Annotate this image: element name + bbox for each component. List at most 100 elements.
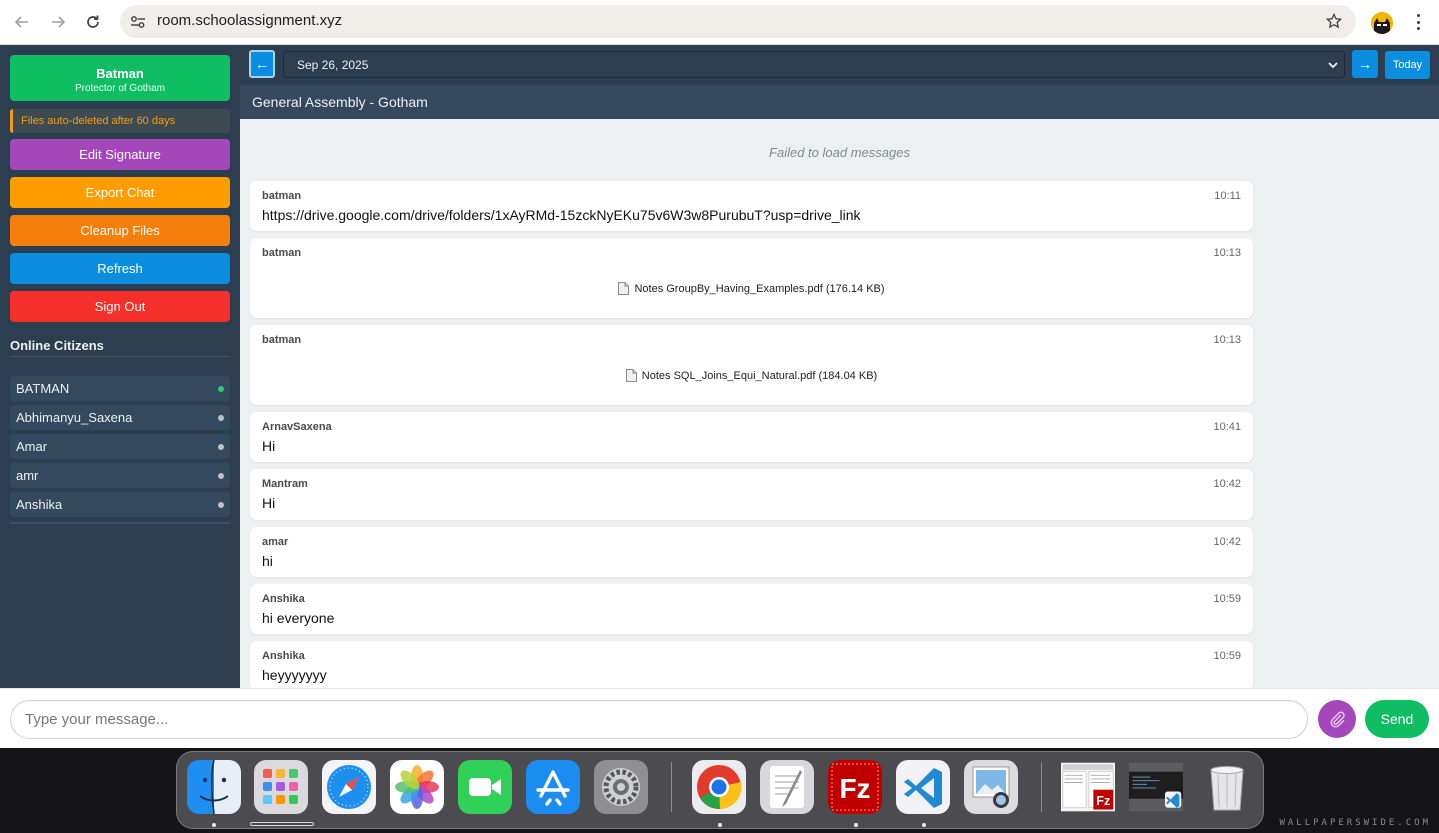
address-bar[interactable]: room.schoolassignment.xyz	[120, 5, 1356, 38]
sidebar: Batman Protector of Gotham Files auto-de…	[0, 45, 240, 688]
message-text: hi	[262, 553, 273, 569]
load-error-message: Failed to load messages	[769, 145, 910, 160]
chrome-icon[interactable]	[692, 760, 746, 814]
message-text: hi everyone	[262, 610, 335, 626]
filezilla-window-thumbnail[interactable]: Fz	[1061, 760, 1121, 814]
reload-button[interactable]	[80, 9, 106, 35]
desktop-background: WALLPAPERSWIDE.COM Fz Fz	[0, 748, 1439, 833]
file-name: Notes SQL_Joins_Equi_Natural.pdf (184.04…	[641, 369, 878, 382]
dock-separator	[1041, 762, 1042, 812]
date-select[interactable]: Sep 26, 2025	[283, 51, 1345, 78]
system-settings-icon[interactable]	[594, 760, 648, 814]
file-attachment[interactable]: Notes GroupBy_Having_Examples.pdf (176.1…	[250, 282, 1253, 295]
user-name: Abhimanyu_Saxena	[16, 410, 133, 425]
user-profile-card: Batman Protector of Gotham	[10, 55, 230, 101]
message-time: 10:13	[1213, 334, 1241, 346]
running-indicator	[718, 823, 722, 827]
textedit-icon[interactable]	[760, 760, 814, 814]
user-list-item[interactable]: Anshika	[10, 492, 230, 517]
next-day-button[interactable]: →	[1352, 50, 1378, 78]
url-text[interactable]: room.schoolassignment.xyz	[157, 12, 342, 29]
message-time: 10:41	[1213, 421, 1241, 433]
edit-signature-button[interactable]: Edit Signature	[10, 139, 230, 170]
site-settings-icon[interactable]	[130, 14, 146, 30]
facetime-icon[interactable]	[458, 760, 512, 814]
message-author: batman	[262, 247, 302, 259]
message-bubble: batman 10:13 Notes GroupBy_Having_Exampl…	[250, 238, 1253, 318]
profile-avatar[interactable]	[1371, 12, 1393, 34]
vscode-icon[interactable]	[896, 760, 950, 814]
message-bubble: ArnavSaxena 10:41 Hi	[250, 412, 1253, 462]
message-input[interactable]: Type your message...	[10, 700, 1308, 739]
document-icon	[625, 369, 637, 382]
message-time: 10:13	[1213, 247, 1241, 259]
offline-status-dot	[218, 472, 224, 479]
forward-arrow-icon	[52, 16, 66, 28]
paperclip-icon	[1330, 711, 1345, 728]
back-arrow-icon	[14, 16, 28, 28]
user-name: Amar	[16, 439, 48, 454]
cleanup-files-button[interactable]: Cleanup Files	[10, 215, 230, 246]
offline-status-dot	[218, 414, 224, 421]
running-indicator	[854, 823, 858, 827]
trash-icon[interactable]	[1200, 760, 1254, 814]
user-name: Anshika	[16, 497, 63, 512]
forward-button[interactable]	[45, 9, 71, 35]
finder-icon[interactable]	[187, 760, 241, 814]
offline-status-dot	[218, 443, 224, 450]
dock: Fz Fz	[176, 751, 1264, 829]
file-name: Notes GroupBy_Having_Examples.pdf (176.1…	[634, 282, 885, 295]
bookmark-star-icon[interactable]	[1326, 13, 1342, 29]
filezilla-icon[interactable]: Fz	[828, 760, 882, 814]
svg-text:Fz: Fz	[839, 773, 870, 804]
app-store-icon[interactable]	[526, 760, 580, 814]
message-link[interactable]: https://drive.google.com/drive/folders/1…	[262, 207, 861, 223]
sign-out-button[interactable]: Sign Out	[10, 291, 230, 322]
wallpaper-watermark: WALLPAPERSWIDE.COM	[1279, 818, 1431, 828]
message-bubble: batman 10:11 https://drive.google.com/dr…	[250, 181, 1253, 231]
message-author: Mantram	[262, 478, 308, 490]
message-author: batman	[262, 190, 302, 202]
message-bubble: amar 10:42 hi	[250, 527, 1253, 577]
online-status-dot	[218, 385, 224, 392]
message-time: 10:59	[1213, 593, 1241, 605]
photos-icon[interactable]	[390, 760, 444, 814]
chat-main: ← Sep 26, 2025 → Today General Assembly …	[240, 45, 1439, 688]
user-list-item[interactable]: amr	[10, 463, 230, 488]
dock-separator	[671, 762, 672, 812]
online-user-list[interactable]: BATMAN Abhimanyu_Saxena Amar amr Anshika	[10, 376, 230, 524]
send-button[interactable]: Send	[1365, 700, 1429, 738]
date-navigation-bar: ← Sep 26, 2025 → Today	[240, 45, 1439, 85]
profile-name: Batman	[96, 66, 144, 81]
previous-day-button[interactable]: ←	[249, 50, 275, 78]
auto-delete-notice: Files auto-deleted after 60 days	[10, 109, 230, 133]
message-time: 10:42	[1213, 536, 1241, 548]
message-composer: Type your message... Send	[0, 688, 1439, 748]
today-button[interactable]: Today	[1385, 51, 1430, 79]
message-time: 10:11	[1214, 190, 1241, 202]
browser-menu-button[interactable]	[1409, 12, 1427, 32]
message-text: heyyyyyyy	[262, 667, 327, 683]
message-bubble: Anshika 10:59 hi everyone	[250, 584, 1253, 634]
refresh-button[interactable]: Refresh	[10, 253, 230, 284]
user-list-item[interactable]: Abhimanyu_Saxena	[10, 405, 230, 430]
running-indicator	[212, 823, 216, 827]
running-indicator	[922, 823, 926, 827]
attach-file-button[interactable]	[1318, 700, 1356, 738]
document-icon	[618, 282, 630, 295]
message-text: Hi	[262, 438, 276, 454]
vscode-window-thumbnail[interactable]	[1129, 760, 1189, 814]
back-button[interactable]	[9, 9, 35, 35]
file-attachment[interactable]: Notes SQL_Joins_Equi_Natural.pdf (184.04…	[250, 369, 1253, 382]
message-author: amar	[262, 536, 289, 548]
message-bubble: batman 10:13 Notes SQL_Joins_Equi_Natura…	[250, 325, 1253, 405]
message-time: 10:42	[1213, 478, 1241, 490]
launchpad-icon[interactable]	[254, 760, 308, 814]
user-list-item[interactable]: Amar	[10, 434, 230, 459]
batman-avatar-icon	[1371, 12, 1393, 34]
chevron-down-icon	[1328, 62, 1338, 69]
preview-icon[interactable]	[964, 760, 1018, 814]
safari-icon[interactable]	[322, 760, 376, 814]
user-list-item[interactable]: BATMAN	[10, 376, 230, 401]
export-chat-button[interactable]: Export Chat	[10, 177, 230, 208]
